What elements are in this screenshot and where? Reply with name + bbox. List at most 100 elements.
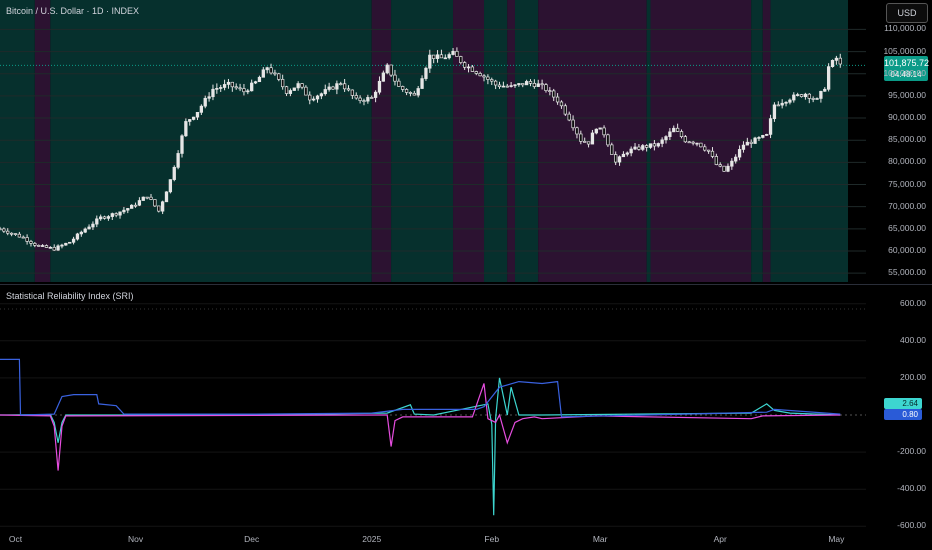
candle-body	[358, 97, 362, 101]
candle-body	[397, 80, 401, 87]
candle-body	[257, 76, 262, 83]
candle-body	[435, 54, 440, 59]
candle-body	[490, 79, 494, 82]
candle-body	[102, 216, 107, 219]
candle-body	[106, 216, 111, 219]
candle-body	[296, 83, 300, 89]
candle-body	[188, 119, 192, 122]
price-y-tick-label: 90,000.00	[888, 112, 926, 123]
candle-body	[540, 83, 544, 86]
candle-body	[284, 86, 289, 94]
candle-body	[517, 83, 521, 86]
candle-body	[0, 228, 2, 231]
candle-body	[734, 156, 738, 162]
candle-body	[207, 96, 211, 99]
candle-body	[614, 154, 618, 163]
candle-body	[706, 149, 711, 152]
regime-band-bull	[646, 0, 651, 282]
candle-body	[37, 245, 41, 247]
price-y-tick-label: 110,000.00	[884, 23, 926, 34]
candle-body	[130, 204, 134, 209]
candle-body	[184, 121, 188, 137]
candle-body	[64, 242, 68, 246]
candle-body	[145, 196, 149, 199]
candle-body	[56, 245, 60, 251]
candle-body	[269, 67, 273, 74]
candle-body	[230, 81, 234, 88]
candle-body	[215, 88, 219, 90]
candle-body	[737, 149, 742, 158]
candle-body	[602, 127, 606, 136]
candle-body	[459, 56, 463, 63]
candle-body	[75, 233, 80, 240]
candle-body	[114, 213, 118, 216]
chart-canvas	[0, 0, 932, 527]
candle-body	[768, 118, 773, 135]
candle-body	[637, 146, 641, 150]
candle-body	[834, 57, 839, 61]
candle-body	[455, 50, 459, 57]
candle-body	[25, 237, 29, 242]
sri-y-tick-label: 200.00	[900, 371, 926, 382]
candle-body	[524, 81, 529, 86]
sri-y-tick-label: 600.00	[900, 297, 926, 308]
candle-body	[246, 90, 250, 93]
candle-body	[60, 244, 64, 247]
candle-body	[277, 73, 281, 80]
regime-band-bull	[50, 0, 372, 282]
candle-body	[772, 104, 777, 119]
candle-body	[505, 85, 509, 88]
candle-body	[579, 133, 583, 142]
candle-body	[730, 160, 734, 167]
candle-body	[722, 165, 726, 172]
candle-body	[199, 105, 204, 113]
candle-body	[350, 89, 355, 96]
regime-band-bear	[371, 0, 392, 282]
candle-body	[532, 83, 537, 87]
x-tick-label: 2025	[362, 534, 382, 544]
candle-body	[226, 81, 231, 85]
candle-body	[48, 246, 52, 249]
candle-body	[385, 64, 389, 74]
candle-body	[219, 87, 223, 89]
candle-body	[99, 216, 103, 220]
candle-body	[823, 88, 827, 92]
candle-body	[33, 243, 37, 246]
candle-body	[830, 60, 835, 68]
candle-body	[451, 50, 455, 55]
candle-body	[157, 205, 161, 212]
candle-body	[765, 134, 769, 136]
candle-body	[606, 134, 610, 146]
candle-body	[470, 66, 475, 72]
currency-button[interactable]: USD	[886, 3, 928, 23]
candle-body	[784, 101, 788, 104]
candle-body	[815, 98, 819, 100]
price-y-tick-label: 65,000.00	[888, 222, 926, 233]
candle-body	[288, 90, 293, 94]
regime-band-bear	[762, 0, 771, 282]
candle-body	[753, 137, 757, 144]
candle-body	[761, 134, 765, 138]
regime-band-bull	[751, 0, 763, 282]
candle-body	[439, 54, 444, 59]
candle-body	[493, 80, 498, 86]
candle-body	[40, 245, 45, 247]
candle-body	[641, 145, 645, 150]
candle-body	[629, 148, 633, 154]
candle-body	[447, 54, 451, 59]
regime-band-bull	[770, 0, 848, 282]
candle-body	[633, 146, 637, 150]
candle-body	[594, 128, 598, 134]
candle-body	[826, 66, 831, 90]
symbol-title: Bitcoin / U.S. Dollar · 1D · INDEX	[6, 6, 140, 16]
candle-body	[687, 141, 691, 144]
candle-body	[110, 213, 114, 217]
candle-body	[68, 241, 72, 244]
candle-body	[315, 95, 320, 100]
x-tick-label: May	[828, 534, 845, 544]
candle-body	[95, 218, 99, 225]
candle-body	[509, 85, 513, 87]
candle-body	[304, 86, 308, 96]
candle-body	[474, 71, 478, 74]
price-y-tick-label: 60,000.00	[888, 244, 926, 255]
